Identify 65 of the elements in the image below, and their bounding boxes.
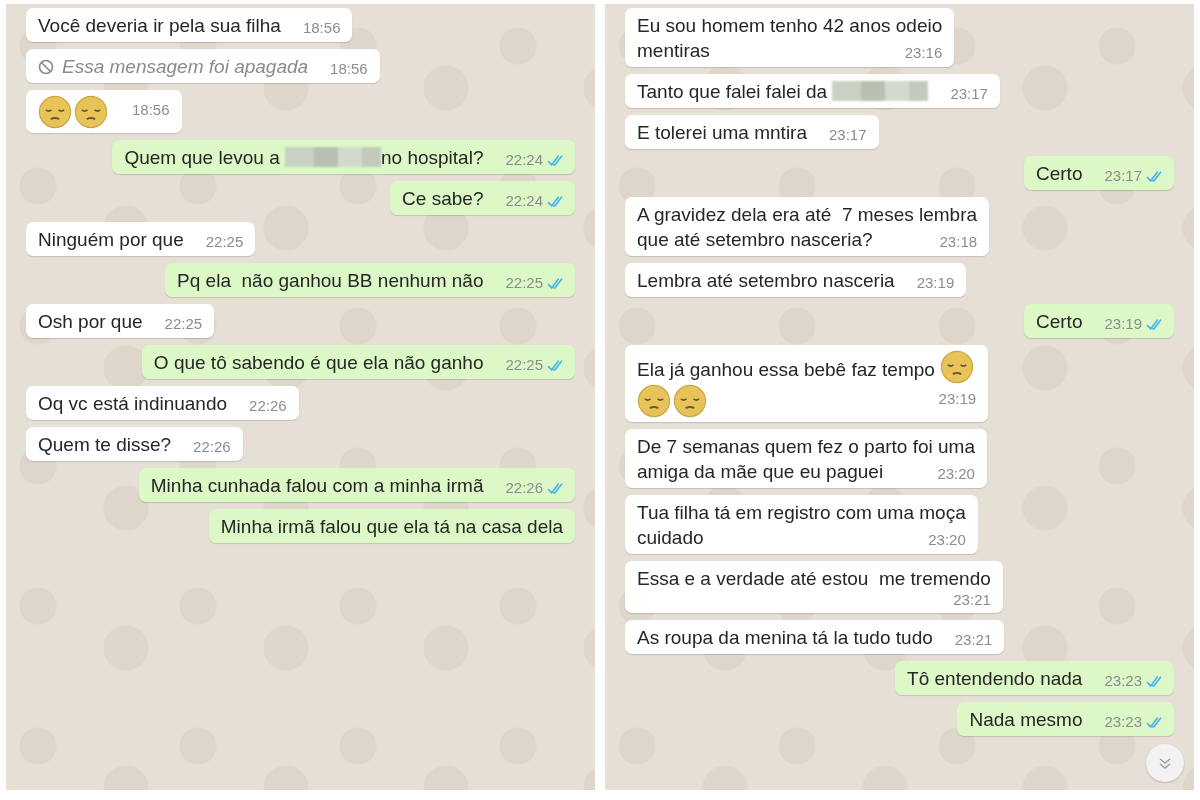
message-time: 23:21 [953,591,991,609]
message-text: Eu sou homem tenho 42 anos odeio [637,15,943,36]
message-text: Quem que levou a [124,147,281,168]
message-text: Minha cunhada falou com a minha irmã [150,475,484,496]
message-time: 23:19 [916,274,955,292]
pensive-face-icon [940,350,975,384]
message-text: Ce sabe? [402,188,484,209]
message-text: Minha irmã falou que ela tá na casa dela [220,516,563,537]
message-text: Oq vc está indinuando [38,393,228,414]
message-time: 23:16 [904,44,943,62]
message-text: Essa e a verdade até estou me tremendo [637,568,991,589]
message-time: 18:56 [302,19,341,37]
message-text: A gravidez dela era até 7 meses lembra [637,204,978,225]
message-time: 23:20 [937,465,975,483]
message-time: 23:18 [939,233,978,251]
pensive-face-icon [74,95,108,129]
message-text: Certo [1036,311,1083,332]
blocked-icon [38,59,54,75]
double-chevron-icon [1157,755,1173,771]
message-text: Você deveria ir pela sua filha [38,15,281,36]
message-text: O que tô sabendo é que ela não ganho [153,352,484,373]
message-time: 23:19 [1104,315,1142,333]
message-time: 23:23 [1104,713,1142,731]
pensive-face-icon [637,384,671,418]
message-text: Ela já ganhou essa bebê faz tempo [637,359,936,380]
message-text: As roupa da menina tá la tudo tudo [637,627,933,648]
message-text: De 7 semanas quem fez o parto foi uma [637,436,975,457]
message-time: 22:25 [164,315,203,333]
message-text: Quem te disse? [38,434,172,455]
message-text: Lembra até setembro nasceria [637,270,895,291]
scroll-down-button[interactable] [1146,744,1184,782]
message-time: 23:20 [928,531,966,549]
message-text: Osh por que [38,311,143,332]
message-text: Nada mesmo [969,709,1083,730]
message-time: 22:24 [505,151,543,169]
message-text: no hospital? [381,147,484,168]
message-time: 23:17 [950,85,988,103]
pensive-face-icon [673,384,707,418]
message-text: Pq ela não ganhou BB nenhum não [177,270,484,291]
message-text: Tô entendendo nada [907,668,1083,689]
message-text: Ninguém por que [38,229,184,250]
message-text: que até setembro nasceria? [637,229,873,250]
message-time: 23:21 [954,631,993,649]
message-text: Tua filha tá em registro com uma moça [637,502,966,523]
message-time: 23:23 [1104,672,1142,690]
message-time: 18:56 [330,60,368,78]
message-text: amiga da mãe que eu paguei [637,461,884,482]
message-time: 22:26 [505,479,543,497]
message-text: mentiras [637,40,710,61]
message-time: 23:17 [829,126,867,144]
message-time: 22:25 [505,356,543,374]
message-time: 22:25 [505,274,543,292]
message-time: 22:26 [193,438,231,456]
message-time: 22:26 [249,397,287,415]
message-time: 23:19 [938,390,977,408]
message-text: E tolerei uma mntira [637,122,807,143]
pensive-face-icon [38,95,72,129]
message-text: Certo [1036,163,1083,184]
message-text: cuidado [637,527,704,548]
deleted-message-text: Essa mensagem foi apagada [62,56,309,77]
message-time: 22:25 [205,233,244,251]
message-time: 18:56 [132,101,170,119]
message-time: 22:24 [505,192,543,210]
message-time: 23:17 [1104,167,1142,185]
message-text: Tanto que falei falei da [637,81,829,102]
